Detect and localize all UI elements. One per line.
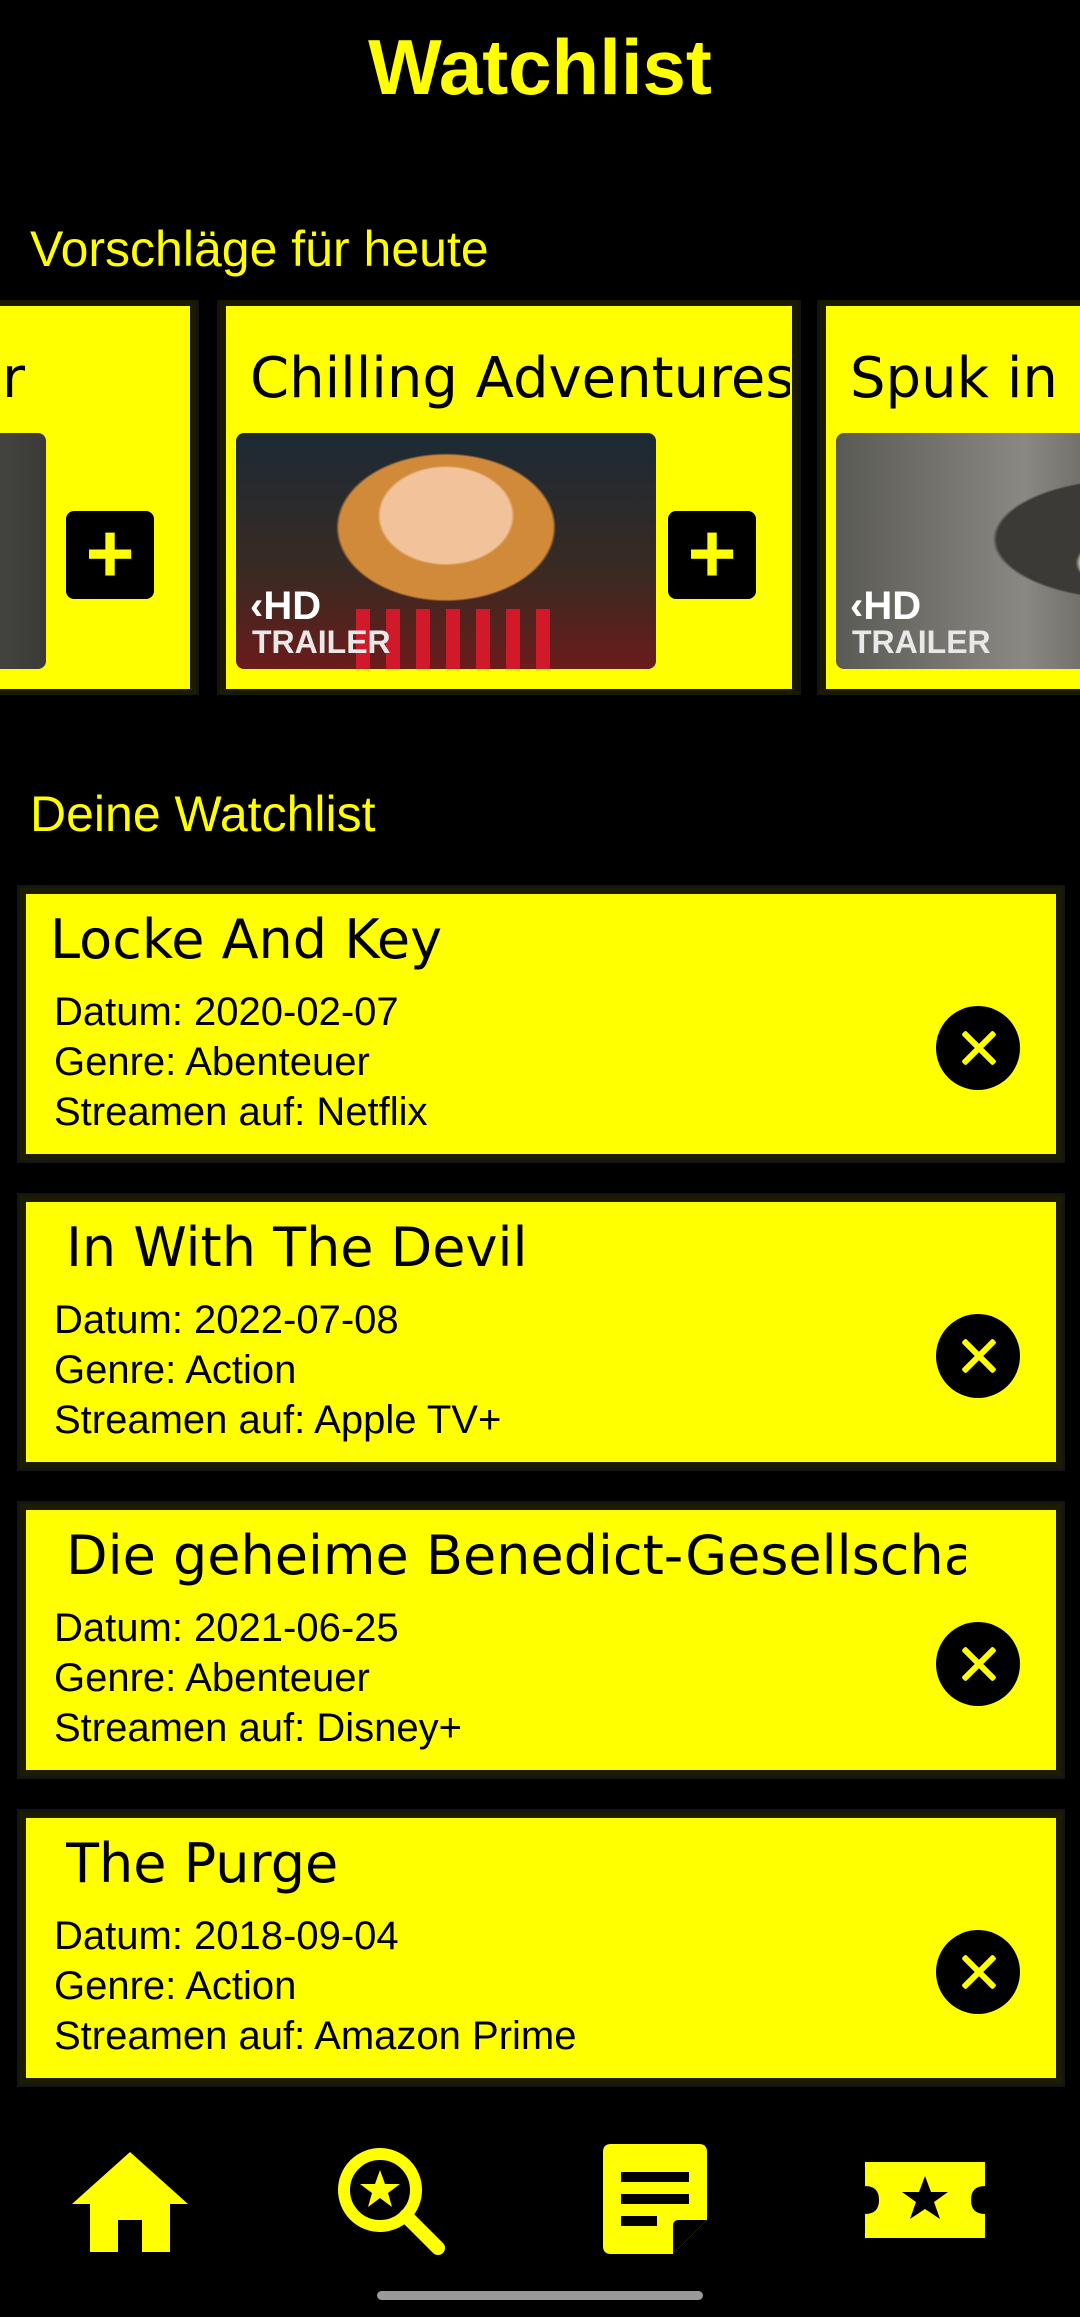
suggestion-card[interactable]: r +	[0, 300, 196, 695]
nav-watchlist[interactable]	[585, 2130, 725, 2270]
watchlist-item-stream: Streamen auf: Netflix	[54, 1090, 428, 1134]
watchlist-item[interactable]: Locke And Key Datum: 2020-02-07 Genre: A…	[20, 888, 1062, 1160]
watchlist-item-stream: Streamen auf: Amazon Prime	[54, 2014, 577, 2058]
hd-badge: ‹HD	[250, 584, 322, 628]
remove-button[interactable]	[936, 1622, 1020, 1706]
note-icon	[603, 2144, 707, 2254]
suggestion-title: Chilling Adventures of Sabrina	[250, 346, 790, 411]
watchlist-item-genre: Genre: Abenteuer	[54, 1040, 370, 1084]
add-to-watchlist-button[interactable]: +	[66, 511, 154, 599]
trailer-badge: TRAILER	[852, 624, 991, 660]
watchlist-item-stream: Streamen auf: Apple TV+	[54, 1398, 502, 1442]
hd-badge: ‹HD	[850, 584, 922, 628]
search-star-icon	[338, 2148, 445, 2255]
suggestion-thumbnail[interactable]	[0, 433, 46, 669]
suggestion-card[interactable]: Chilling Adventures of Sabrina ‹HD TRAIL…	[220, 300, 798, 695]
watchlist-item-title: The Purge	[66, 1832, 339, 1895]
watchlist-item-stream: Streamen auf: Disney+	[54, 1706, 462, 1750]
page-title: Watchlist	[368, 23, 712, 111]
suggestions-carousel[interactable]: r + Chilling Adventures of Sabrina ‹HD T…	[0, 300, 1080, 695]
remove-button[interactable]	[936, 1930, 1020, 2014]
watchlist-item-genre: Genre: Action	[54, 1348, 297, 1392]
remove-button[interactable]	[936, 1006, 1020, 1090]
suggestion-thumbnail[interactable]: ‹HD TRAILER	[236, 433, 656, 669]
watchlist-item-genre: Genre: Abenteuer	[54, 1656, 370, 1700]
nav-search[interactable]	[320, 2130, 460, 2270]
watchlist-item[interactable]: The Purge Datum: 2018-09-04 Genre: Actio…	[20, 1812, 1062, 2084]
trailer-badge: TRAILER	[252, 624, 391, 660]
home-indicator[interactable]	[377, 2291, 703, 2300]
suggestions-section-title: Vorschläge für heute	[30, 221, 489, 277]
nav-home[interactable]	[60, 2130, 200, 2270]
add-to-watchlist-button[interactable]: +	[668, 511, 756, 599]
watchlist-item-date: Datum: 2018-09-04	[54, 1914, 399, 1958]
watchlist-item-genre: Genre: Action	[54, 1964, 297, 2008]
suggestion-card[interactable]: Spuk in Hill House ‹HD TRAILER	[820, 300, 1080, 695]
watchlist-item-title: In With The Devil	[66, 1216, 528, 1279]
bottom-navigation	[0, 2130, 1080, 2270]
suggestion-thumbnail[interactable]: ‹HD TRAILER	[836, 433, 1080, 669]
watchlist-item[interactable]: Die geheime Benedict-Gesellschaft Datum:…	[20, 1504, 1062, 1776]
suggestion-title: Spuk in Hill House	[850, 346, 1080, 411]
watchlist-item-title: Locke And Key	[50, 908, 443, 971]
watchlist-item-date: Datum: 2022-07-08	[54, 1298, 399, 1342]
home-icon	[72, 2152, 188, 2252]
suggestion-title: r	[2, 346, 26, 411]
watchlist-item-title: Die geheime Benedict-Gesellschaft	[66, 1524, 966, 1587]
watchlist-item-date: Datum: 2020-02-07	[54, 990, 399, 1034]
ticket-star-icon	[865, 2162, 985, 2238]
nav-tickets[interactable]	[855, 2130, 995, 2270]
watchlist-section-title: Deine Watchlist	[30, 786, 376, 842]
watchlist-item-date: Datum: 2021-06-25	[54, 1606, 399, 1650]
watchlist-item[interactable]: In With The Devil Datum: 2022-07-08 Genr…	[20, 1196, 1062, 1468]
remove-button[interactable]	[936, 1314, 1020, 1398]
